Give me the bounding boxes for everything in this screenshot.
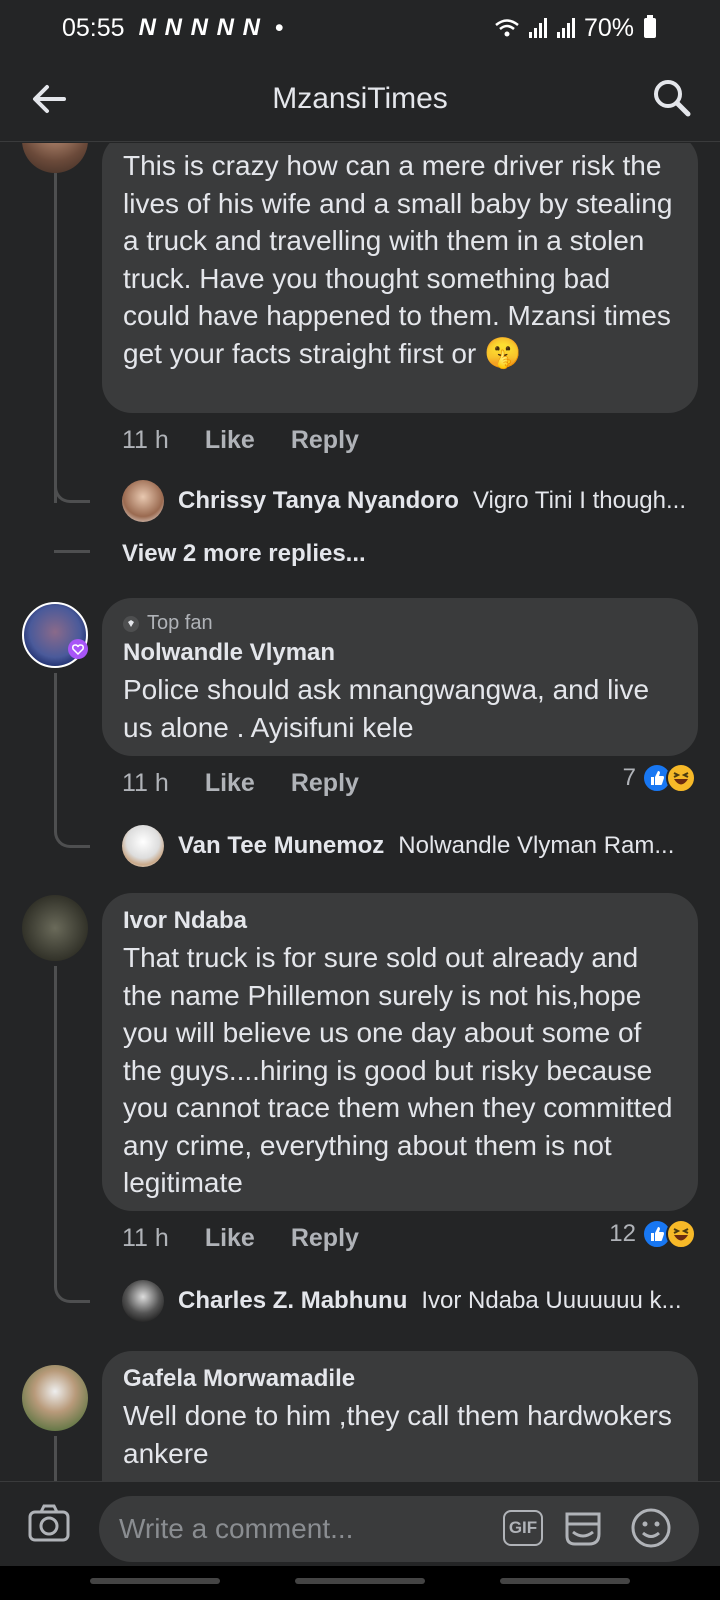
status-dot: •: [274, 13, 284, 42]
reply-snippet: Ivor Ndaba Uuuuuuu k...: [421, 1287, 682, 1314]
reply-author: Van Tee Munemoz: [178, 832, 385, 859]
status-bar: 05:55 N N N N N • 70%: [0, 0, 720, 56]
thread-line: [54, 1436, 57, 1481]
reply-button[interactable]: Reply: [291, 769, 359, 798]
comment-actions: 11 h Like Reply: [122, 426, 359, 455]
avatar[interactable]: [22, 143, 88, 173]
like-button[interactable]: Like: [205, 769, 255, 798]
search-icon[interactable]: [650, 76, 694, 120]
reaction-count: 7: [622, 764, 636, 791]
shushing-emoji: 🤫: [484, 336, 522, 370]
comment-author[interactable]: Nolwandle Vlyman: [123, 639, 678, 667]
notification-icons: N N N N N: [138, 14, 261, 41]
like-button[interactable]: Like: [205, 1224, 255, 1253]
gif-button[interactable]: GIF: [503, 1510, 543, 1546]
sticker-icon[interactable]: [561, 1506, 605, 1550]
avatar: [122, 480, 164, 522]
comment-author[interactable]: Gafela Morwamadile: [123, 1365, 678, 1393]
signal-icon-2: [556, 18, 575, 38]
comment-input-container[interactable]: GIF: [99, 1496, 699, 1562]
diamond-icon: [123, 615, 139, 632]
reply-preview[interactable]: Chrissy Tanya Nyandoro Vigro Tini I thou…: [122, 480, 702, 522]
comment-time: 11 h: [122, 769, 169, 797]
reactions-summary[interactable]: 7: [623, 763, 696, 793]
reaction-count: 12: [609, 1220, 636, 1247]
comment-input[interactable]: [119, 1496, 479, 1562]
reply-connector: [54, 818, 90, 848]
reply-connector: [54, 1273, 90, 1303]
haha-reaction-icon: [666, 763, 696, 793]
comments-feed[interactable]: This is crazy how can a mere driver risk…: [0, 143, 720, 1481]
signal-icon: [528, 18, 547, 38]
comment-bubble[interactable]: Gafela Morwamadile Well done to him ,the…: [102, 1351, 698, 1481]
comment-author[interactable]: Ivor Ndaba: [123, 907, 678, 935]
reply-preview[interactable]: Van Tee Munemoz Nolwandle Vlyman Ram...: [122, 825, 702, 867]
battery-percent: 70%: [583, 13, 634, 42]
battery-icon: [644, 15, 656, 38]
heart-badge-icon: [68, 639, 88, 659]
thread-line: [54, 173, 57, 503]
reply-button[interactable]: Reply: [291, 426, 359, 455]
top-fan-badge: Top fan: [123, 612, 678, 635]
comment-actions: 11 h Like Reply: [122, 1224, 359, 1253]
comment-composer: GIF: [0, 1481, 720, 1566]
reply-connector: [54, 523, 90, 553]
haha-reaction-icon: [666, 1219, 696, 1249]
avatar[interactable]: [22, 1365, 88, 1431]
app-header: MzansiTimes: [0, 56, 720, 142]
comment-text: Police should ask mnangwangwa, and live …: [123, 674, 650, 743]
thread-line: [54, 673, 57, 828]
reply-snippet: Vigro Tini I though...: [472, 487, 686, 514]
reply-author: Charles Z. Mabhunu: [178, 1287, 408, 1314]
comment-bubble[interactable]: This is crazy how can a mere driver risk…: [102, 143, 698, 413]
system-nav-bar: [0, 1566, 720, 1600]
avatar[interactable]: [22, 895, 88, 961]
reactions-summary[interactable]: 12: [609, 1219, 696, 1249]
reply-connector: [54, 473, 90, 503]
comment-time: 11 h: [122, 1224, 169, 1252]
comment-actions: 11 h Like Reply: [122, 769, 359, 798]
comment-text: Well done to him ,they call them hardwok…: [123, 1400, 672, 1469]
nav-handle[interactable]: [295, 1578, 425, 1584]
comment-time: 11 h: [122, 426, 169, 454]
comment-text: That truck is for sure sold out already …: [123, 942, 673, 1198]
avatar: [122, 1280, 164, 1322]
reply-author: Chrissy Tanya Nyandoro: [178, 487, 459, 514]
status-time: 05:55: [62, 13, 125, 42]
reply-snippet: Nolwandle Vlyman Ram...: [398, 832, 675, 859]
emoji-icon[interactable]: [629, 1506, 673, 1550]
view-more-replies[interactable]: View 2 more replies...: [122, 540, 366, 568]
camera-icon[interactable]: [26, 1500, 72, 1546]
thread-line: [54, 966, 57, 1281]
nav-handle[interactable]: [500, 1578, 630, 1584]
avatar: [122, 825, 164, 867]
comment-text: This is crazy how can a mere driver risk…: [123, 150, 673, 370]
comment-bubble[interactable]: Top fan Nolwandle Vlyman Police should a…: [102, 598, 698, 756]
reply-preview[interactable]: Charles Z. Mabhunu Ivor Ndaba Uuuuuuu k.…: [122, 1280, 702, 1322]
reply-button[interactable]: Reply: [291, 1224, 359, 1253]
wifi-icon: [495, 19, 519, 37]
comment-bubble[interactable]: Ivor Ndaba That truck is for sure sold o…: [102, 893, 698, 1211]
like-button[interactable]: Like: [205, 426, 255, 455]
arrow-left-icon[interactable]: [28, 78, 70, 120]
page-title: MzansiTimes: [272, 81, 448, 115]
nav-handle[interactable]: [90, 1578, 220, 1584]
